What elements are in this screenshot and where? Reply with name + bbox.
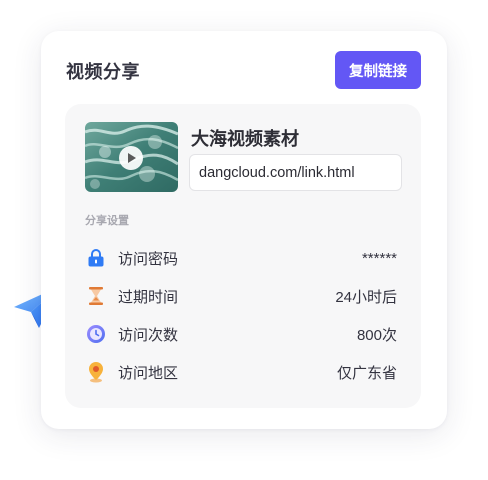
hourglass-icon [85,285,107,307]
share-details-panel: 大海视频素材 分享设置 访问密码 ****** [65,104,421,408]
setting-value: 24小时后 [335,288,397,306]
setting-row-expiry[interactable]: 过期时间 24小时后 [85,284,397,308]
setting-label: 访问次数 [118,326,179,344]
setting-value: ****** [361,249,397,267]
setting-value: 800次 [356,326,397,344]
share-link-field[interactable] [189,154,402,191]
setting-label: 访问地区 [118,364,179,382]
lock-icon [85,247,107,269]
setting-row-password[interactable]: 访问密码 ****** [85,246,397,270]
location-pin-icon [85,361,107,383]
setting-row-region[interactable]: 访问地区 仅广东省 [85,360,397,384]
share-stage: 视频分享 复制链接 大海视频素材 dangcloud.com/link.html… [0,0,488,480]
setting-label: 访问密码 [118,250,179,268]
share-settings-label: 分享设置 [85,215,129,227]
share-card: 视频分享 复制链接 大海视频素材 dangcloud.com/link.html… [41,31,447,429]
setting-label: 过期时间 [118,288,179,306]
video-title: 大海视频素材 [191,129,299,149]
clock-icon [85,323,107,345]
setting-row-visits[interactable]: 访问次数 800次 [85,322,397,346]
video-thumbnail[interactable] [85,122,178,192]
play-icon [128,153,136,163]
setting-value: 仅广东省 [336,364,397,382]
copy-link-button[interactable]: 复制链接 [335,51,421,89]
card-title: 视频分享 [66,62,140,82]
play-button[interactable] [119,146,143,170]
